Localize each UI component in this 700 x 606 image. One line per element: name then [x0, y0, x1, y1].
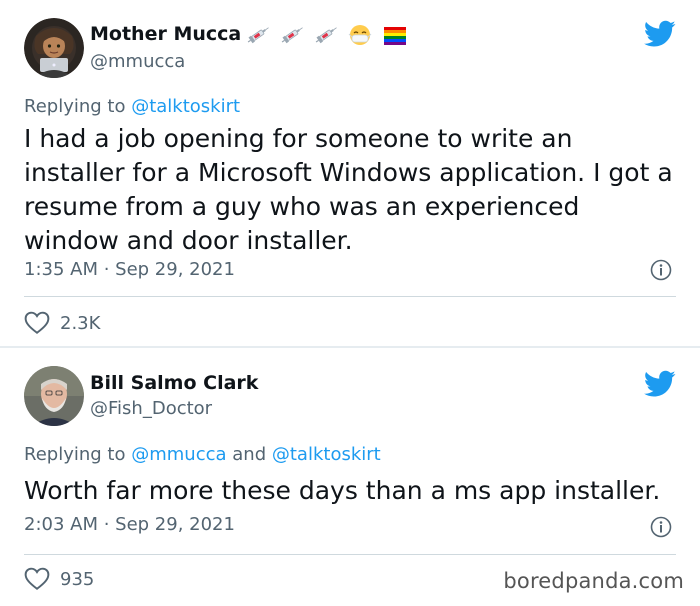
- syringe-icon: [247, 27, 269, 44]
- mention-link[interactable]: @mmucca: [131, 444, 226, 465]
- heart-icon: [24, 567, 50, 590]
- like-count: 935: [60, 568, 95, 590]
- twitter-bird-icon[interactable]: [644, 370, 676, 398]
- replying-to: Replying to @mmucca and @talktoskirt: [24, 444, 381, 465]
- name-emojis: [246, 24, 408, 46]
- syringe-icon: [281, 27, 303, 44]
- user-handle[interactable]: @mmucca: [90, 51, 185, 72]
- user-name[interactable]: Bill Salmo Clark: [90, 372, 258, 394]
- replying-prefix: Replying to: [24, 444, 126, 465]
- mask-face-icon: [348, 25, 372, 45]
- like-button[interactable]: 935: [24, 567, 94, 591]
- tweet-card: Bill Salmo Clark @Fish_Doctor Replying t…: [0, 348, 700, 606]
- heart-icon: [24, 311, 50, 334]
- avatar[interactable]: [24, 18, 84, 78]
- avatar[interactable]: [24, 366, 84, 426]
- info-icon[interactable]: [650, 259, 672, 281]
- watermark: boredpanda.com: [503, 569, 684, 593]
- divider: [24, 296, 676, 297]
- tweet-card: Mother Mucca @mmucca Replying to @talkto…: [0, 0, 700, 346]
- mention-link[interactable]: @talktoskirt: [272, 444, 381, 465]
- like-button[interactable]: 2.3K: [24, 311, 100, 335]
- syringe-icon: [315, 27, 337, 44]
- replying-to: Replying to @talktoskirt: [24, 96, 240, 117]
- tweet-timestamp[interactable]: 1:35 AM · Sep 29, 2021: [24, 259, 235, 280]
- mention-link[interactable]: @talktoskirt: [131, 96, 240, 117]
- info-icon[interactable]: [650, 516, 672, 538]
- replying-prefix: Replying to: [24, 96, 126, 117]
- like-count: 2.3K: [60, 312, 101, 334]
- replying-and: and: [232, 444, 267, 465]
- twitter-bird-icon[interactable]: [644, 20, 676, 48]
- tweet-timestamp[interactable]: 2:03 AM · Sep 29, 2021: [24, 514, 235, 535]
- divider: [24, 554, 676, 555]
- user-name[interactable]: Mother Mucca: [90, 23, 241, 45]
- tweet-text: Worth far more these days than a ms app …: [24, 476, 661, 505]
- tweet-text: I had a job opening for someone to write…: [24, 124, 673, 255]
- user-handle[interactable]: @Fish_Doctor: [90, 398, 212, 419]
- rainbow-flag-icon: [384, 27, 406, 45]
